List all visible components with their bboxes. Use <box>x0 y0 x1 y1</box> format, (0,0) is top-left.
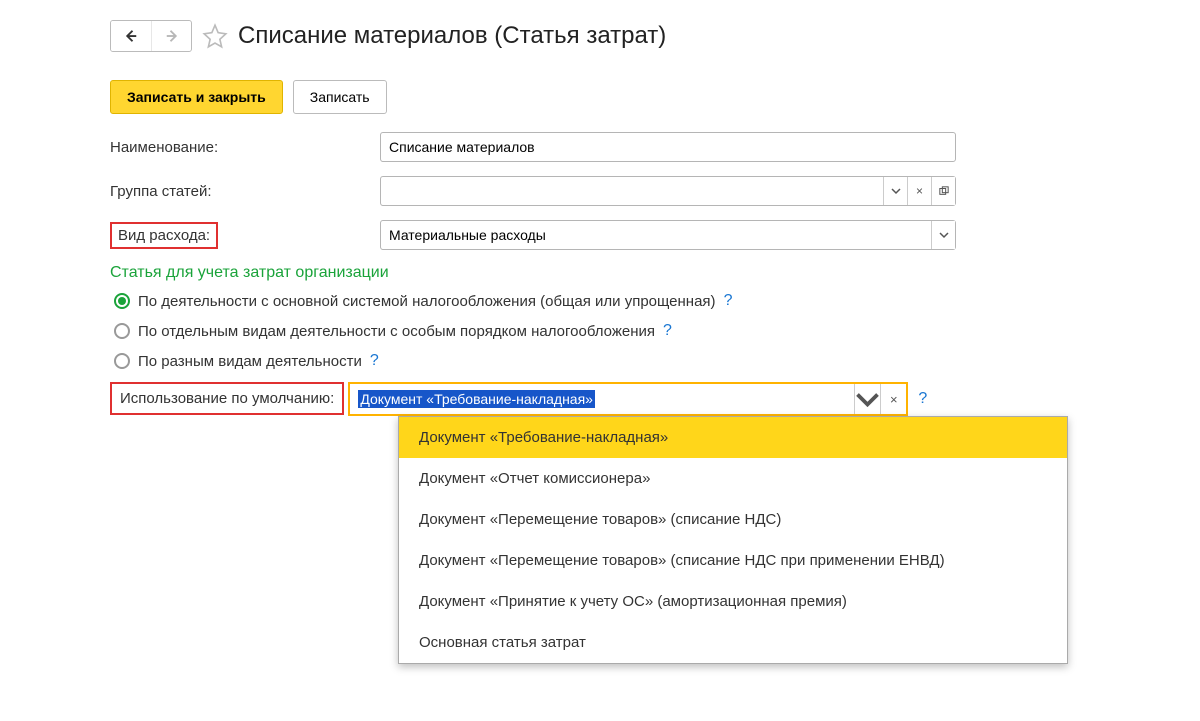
radio-option-0[interactable]: По деятельности с основной системой нало… <box>110 292 1200 310</box>
radio-label: По отдельным видам деятельности с особым… <box>138 323 655 340</box>
group-combo[interactable]: × <box>380 176 956 206</box>
dropdown-item[interactable]: Документ «Перемещение товаров» (списание… <box>399 540 1067 581</box>
star-icon <box>202 23 228 49</box>
favorite-star[interactable] <box>202 23 228 49</box>
usage-selected: Документ «Требование-накладная» <box>350 384 854 414</box>
group-input[interactable] <box>381 177 883 205</box>
radio-label: По разным видам деятельности <box>138 353 362 370</box>
usage-clear-button[interactable]: × <box>880 384 906 414</box>
dropdown-item[interactable]: Основная статья затрат <box>399 622 1067 663</box>
group-clear-button[interactable]: × <box>907 177 931 205</box>
radio-label: По деятельности с основной системой нало… <box>138 293 716 310</box>
kind-label: Вид расхода: <box>110 222 218 249</box>
open-icon <box>939 186 949 196</box>
toolbar: Записать и закрыть Записать <box>110 80 1200 114</box>
help-icon[interactable]: ? <box>918 390 927 408</box>
kind-label-wrap: Вид расхода: <box>110 222 380 249</box>
dropdown-item[interactable]: Документ «Отчет комиссионера» <box>399 458 1067 499</box>
group-label: Группа статей: <box>110 183 380 200</box>
radio-option-2[interactable]: По разным видам деятельности ? <box>110 352 1200 370</box>
forward-button[interactable] <box>151 21 191 51</box>
radio-icon <box>114 353 130 369</box>
group-dropdown-button[interactable] <box>883 177 907 205</box>
radio-icon <box>114 323 130 339</box>
name-input[interactable] <box>380 132 956 162</box>
help-icon[interactable]: ? <box>663 322 672 340</box>
group-open-button[interactable] <box>931 177 955 205</box>
arrow-right-icon <box>163 27 181 45</box>
kind-input[interactable] <box>381 221 931 249</box>
help-icon[interactable]: ? <box>370 352 379 370</box>
save-and-close-button[interactable]: Записать и закрыть <box>110 80 283 114</box>
kind-dropdown-button[interactable] <box>931 221 955 249</box>
dropdown-item[interactable]: Документ «Перемещение товаров» (списание… <box>399 499 1067 540</box>
dropdown-item[interactable]: Документ «Требование-накладная» <box>399 417 1067 458</box>
dropdown-item[interactable]: Документ «Принятие к учету ОС» (амортиза… <box>399 581 1067 622</box>
usage-dropdown-button[interactable] <box>854 384 880 414</box>
section-title: Статья для учета затрат организации <box>110 264 1200 282</box>
help-icon[interactable]: ? <box>724 292 733 310</box>
kind-combo[interactable] <box>380 220 956 250</box>
usage-selected-text: Документ «Требование-накладная» <box>358 390 595 408</box>
radio-icon <box>114 293 130 309</box>
name-label: Наименование: <box>110 139 380 156</box>
usage-label: Использование по умолчанию: <box>110 382 344 415</box>
save-button[interactable]: Записать <box>293 80 387 114</box>
radio-option-1[interactable]: По отдельным видам деятельности с особым… <box>110 322 1200 340</box>
chevron-down-icon <box>891 186 901 196</box>
usage-combo[interactable]: Документ «Требование-накладная» × <box>348 382 908 416</box>
usage-dropdown: Документ «Требование-накладная» Документ… <box>398 416 1068 664</box>
nav-group <box>110 20 192 52</box>
chevron-down-icon <box>939 230 949 240</box>
chevron-down-icon <box>855 387 880 412</box>
page-title: Списание материалов (Статья затрат) <box>238 22 666 50</box>
arrow-left-icon <box>122 27 140 45</box>
back-button[interactable] <box>111 21 151 51</box>
